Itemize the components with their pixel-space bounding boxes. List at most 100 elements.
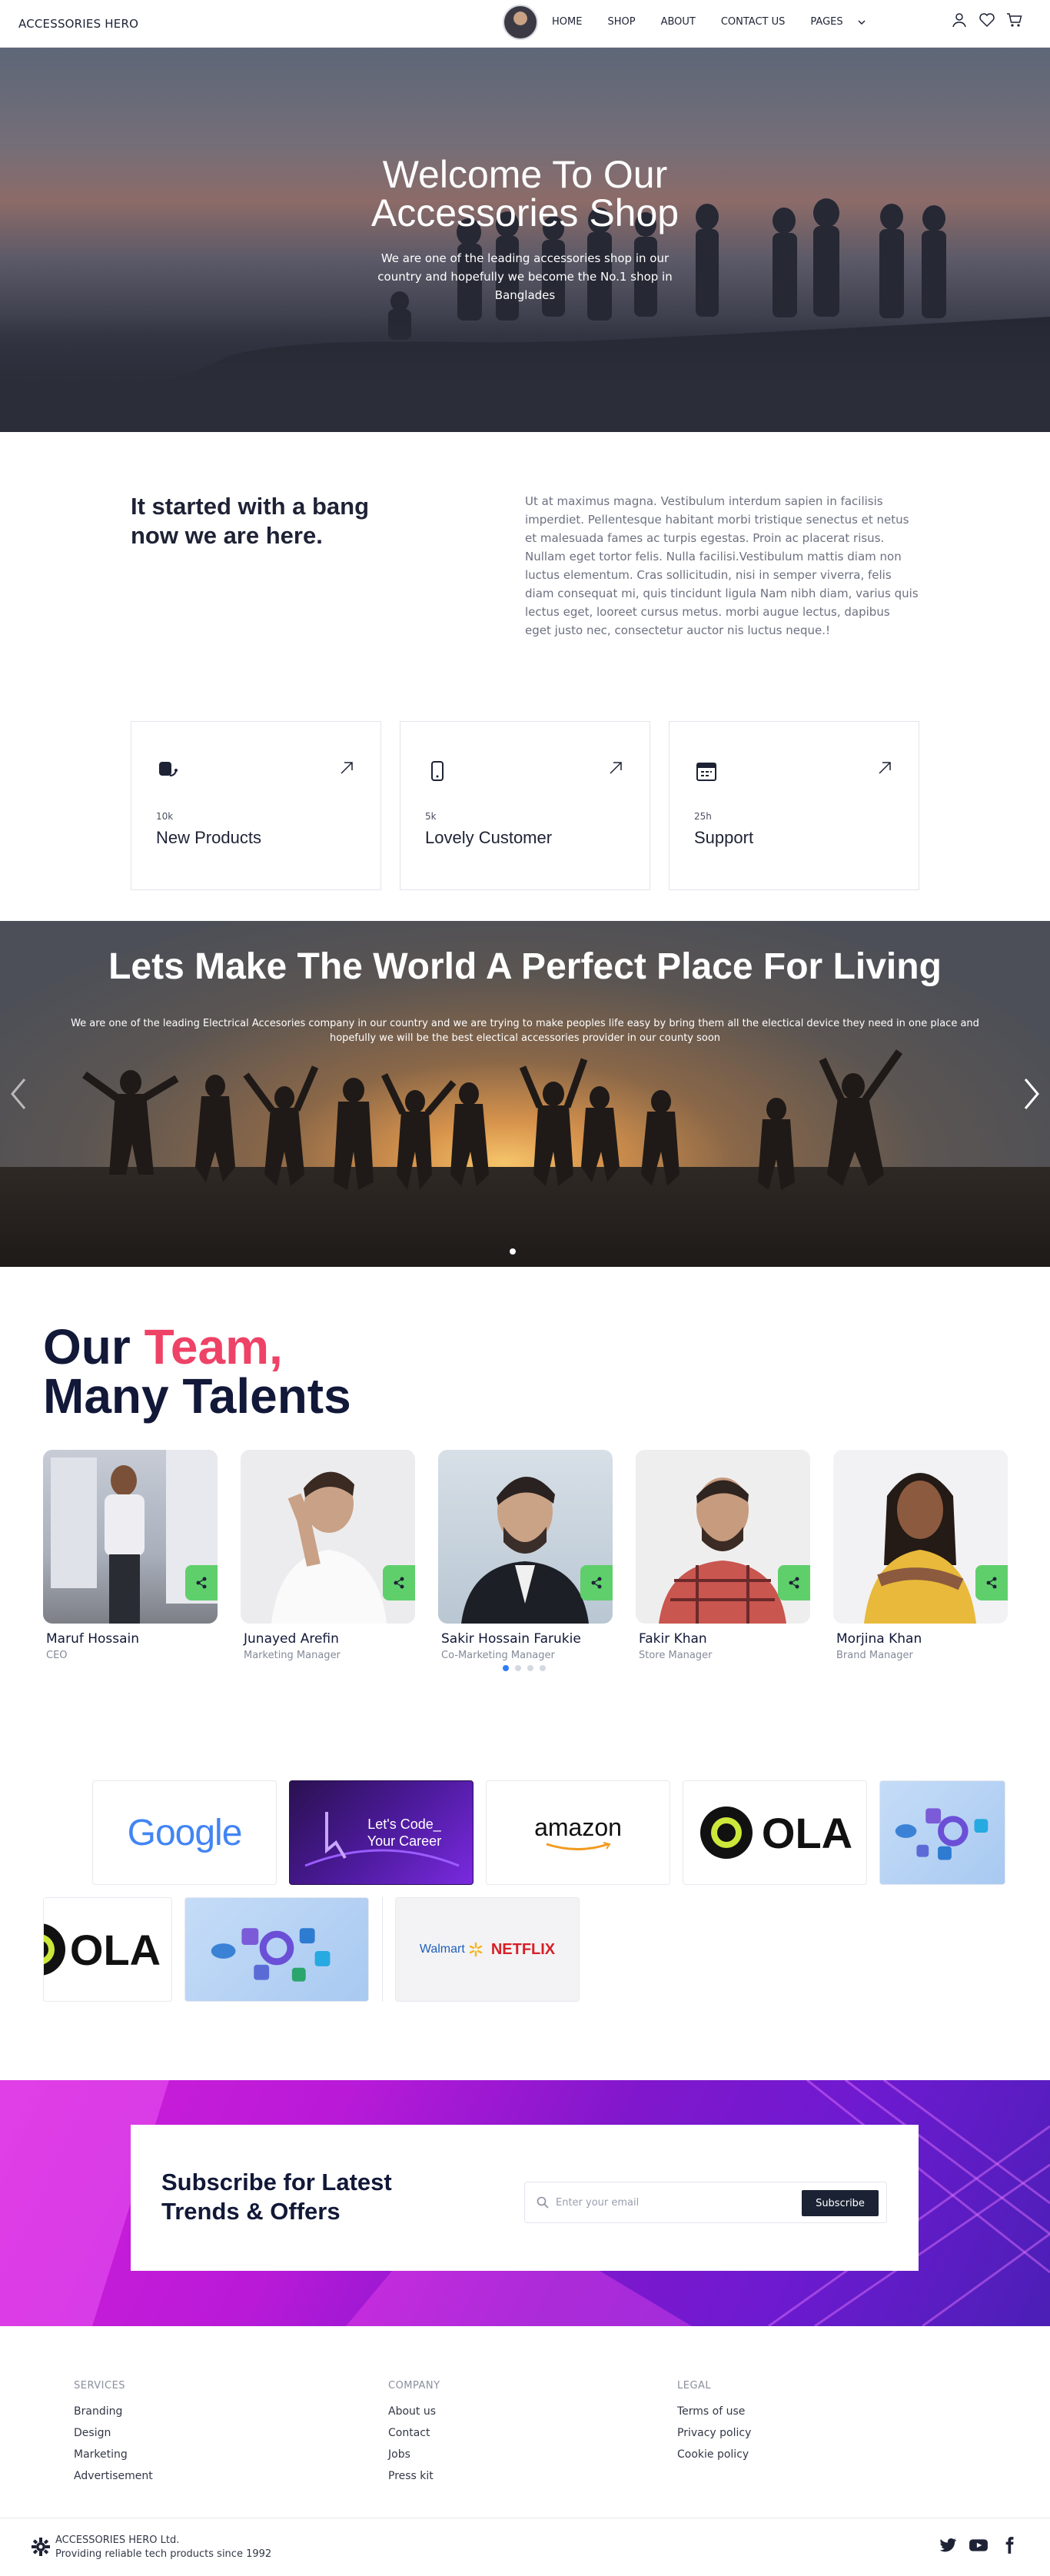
footer-link[interactable]: Marketing [74,2448,153,2461]
subscribe-button[interactable]: Subscribe [802,2190,879,2216]
ola-circle-icon [699,1807,753,1859]
hero-subtitle: We are one of the leading accessories sh… [377,251,673,302]
partner-logo-ola[interactable]: OLA [683,1780,867,1885]
footer-link[interactable]: Design [74,2427,153,2439]
stat-number: 5k [425,811,437,822]
partner-logo-amazon[interactable]: amazon [486,1780,670,1885]
email-field[interactable] [556,2195,786,2210]
nav-link-contact[interactable]: CONTACT US [721,15,786,29]
footer-link[interactable]: Press kit [388,2470,440,2482]
stat-label: Lovely Customer [425,828,553,847]
share-button[interactable] [778,1565,810,1600]
code-tagline-2: Your Career [367,1833,442,1849]
avatar[interactable] [503,5,538,40]
partner-logo-walmart-netflix[interactable]: Walmart NETFLIX [395,1897,580,2002]
nav-links: HOME SHOP ABOUT CONTACT US PAGES [552,15,866,29]
top-navbar: ACCESSORIES HERO HOME SHOP ABOUT CONTACT… [0,0,1050,48]
share-button[interactable] [383,1565,415,1600]
facebook-icon[interactable] [999,2535,1019,2555]
team-member-photo [438,1450,613,1624]
team-heading-accent: Team, [144,1319,283,1374]
partner-logo-cloud[interactable] [879,1780,1005,1885]
subscribe-form: Subscribe [524,2182,887,2223]
footer-tagline: Providing reliable tech products since 1… [55,2548,272,2560]
team-member-card[interactable]: Morjina Khan Brand Manager [833,1450,1008,1661]
calendar-icon [696,763,716,781]
share-button[interactable] [580,1565,613,1600]
footer-link[interactable]: Privacy policy [677,2427,751,2439]
about-paragraph: Ut at maximus magna. Vestibulum interdum… [525,494,919,637]
cart-icon[interactable] [1005,11,1024,29]
subscribe-card: Subscribe for Latest Trends & Offers Sub… [131,2125,919,2271]
stat-card-products[interactable]: 10k New Products [131,721,381,890]
team-member-name: Fakir Khan [639,1631,707,1647]
team-member-name: Junayed Arefin [244,1631,339,1647]
team-member-card[interactable]: Fakir Khan Store Manager [636,1450,810,1661]
amazon-wordmark: amazon [534,1813,622,1841]
slider-subtitle: We are one of the leading Electrical Acc… [71,1018,979,1044]
team-pagination-dot[interactable] [540,1665,546,1671]
phone-icon [431,761,444,781]
ola-circle-icon [44,1923,65,1976]
share-button[interactable] [185,1565,218,1600]
footer-link[interactable]: Branding [74,2405,153,2418]
team-pagination-dot[interactable] [503,1665,509,1671]
amazon-smile-icon [546,1841,611,1850]
nav-link-shop[interactable]: SHOP [607,15,635,29]
partner-logo-cloud-2[interactable] [184,1897,369,2002]
hero-title: Welcome To Our Accessories Shop [370,153,680,234]
chevron-right-icon[interactable] [1021,1075,1044,1113]
stat-number: 10k [156,811,174,822]
slider-pagination-dot[interactable] [510,1248,516,1255]
footer-link[interactable]: About us [388,2405,440,2418]
team-member-role: CEO [46,1650,68,1661]
search-icon [537,2196,549,2209]
footer-company-name: ACCESSORIES HERO Ltd. [55,2534,180,2546]
twitter-icon[interactable] [938,2535,958,2555]
footer-brand: ACCESSORIES HERO Ltd. Providing reliable… [55,2534,271,2561]
team-heading-part1: Our [43,1319,145,1374]
stats-row: 10k New Products 5k Lovely Customer 25h … [131,721,919,890]
team-member-card[interactable]: Sakir Hossain Farukie Co-Marketing Manag… [438,1450,613,1661]
partner-logo-ola-2[interactable]: OLA [43,1897,172,2002]
team-member-name: Sakir Hossain Farukie [441,1631,581,1647]
ola-wordmark: OLA [761,1808,853,1857]
footer-column-legal: LEGAL Terms of use Privacy policy Cookie… [677,2380,751,2470]
partner-divider [382,1897,383,2002]
arrow-up-right-icon [341,762,353,774]
team-member-card[interactable]: Junayed Arefin Marketing Manager [241,1450,415,1661]
team-pagination-dot[interactable] [515,1665,521,1671]
team-member-role: Marketing Manager [244,1650,341,1661]
footer-link[interactable]: Cookie policy [677,2448,751,2461]
hero-slider: Lets Make The World A Perfect Place For … [0,921,1050,1267]
heart-icon[interactable] [978,11,996,29]
stat-card-support[interactable]: 25h Support [669,721,919,890]
footer-link[interactable]: Advertisement [74,2470,153,2482]
netflix-wordmark: NETFLIX [490,1940,556,1958]
user-icon[interactable] [950,11,969,29]
footer-link[interactable]: Jobs [388,2448,440,2461]
team-pagination-dot[interactable] [527,1665,533,1671]
team-member-card[interactable]: Maruf Hossain CEO [43,1450,218,1661]
youtube-icon[interactable] [969,2535,989,2555]
share-icon [394,1577,404,1589]
nav-link-pages[interactable]: PAGES [810,15,866,29]
partner-logo-google[interactable]: Google [92,1780,277,1885]
footer-heading: COMPANY [388,2380,440,2392]
share-button[interactable] [975,1565,1008,1600]
slider-title: Lets Make The World A Perfect Place For … [108,946,942,987]
partner-logo-code[interactable]: Let's Code_ Your Career [289,1780,473,1885]
team-member-photo [43,1450,218,1624]
chevron-left-icon[interactable] [6,1075,29,1113]
code-tagline-1: Let's Code_ [367,1816,441,1832]
footer-column-services: SERVICES Branding Design Marketing Adver… [74,2380,153,2491]
share-icon [789,1577,799,1589]
team-heading-part2: Many Talents [43,1368,351,1424]
cloud-apps-icon [211,1928,331,1982]
brand-logo[interactable]: ACCESSORIES HERO [18,17,138,31]
footer-link[interactable]: Terms of use [677,2405,751,2418]
nav-link-about[interactable]: ABOUT [661,15,696,29]
nav-link-home[interactable]: HOME [552,15,582,29]
footer-link[interactable]: Contact [388,2427,440,2439]
stat-card-customers[interactable]: 5k Lovely Customer [400,721,650,890]
